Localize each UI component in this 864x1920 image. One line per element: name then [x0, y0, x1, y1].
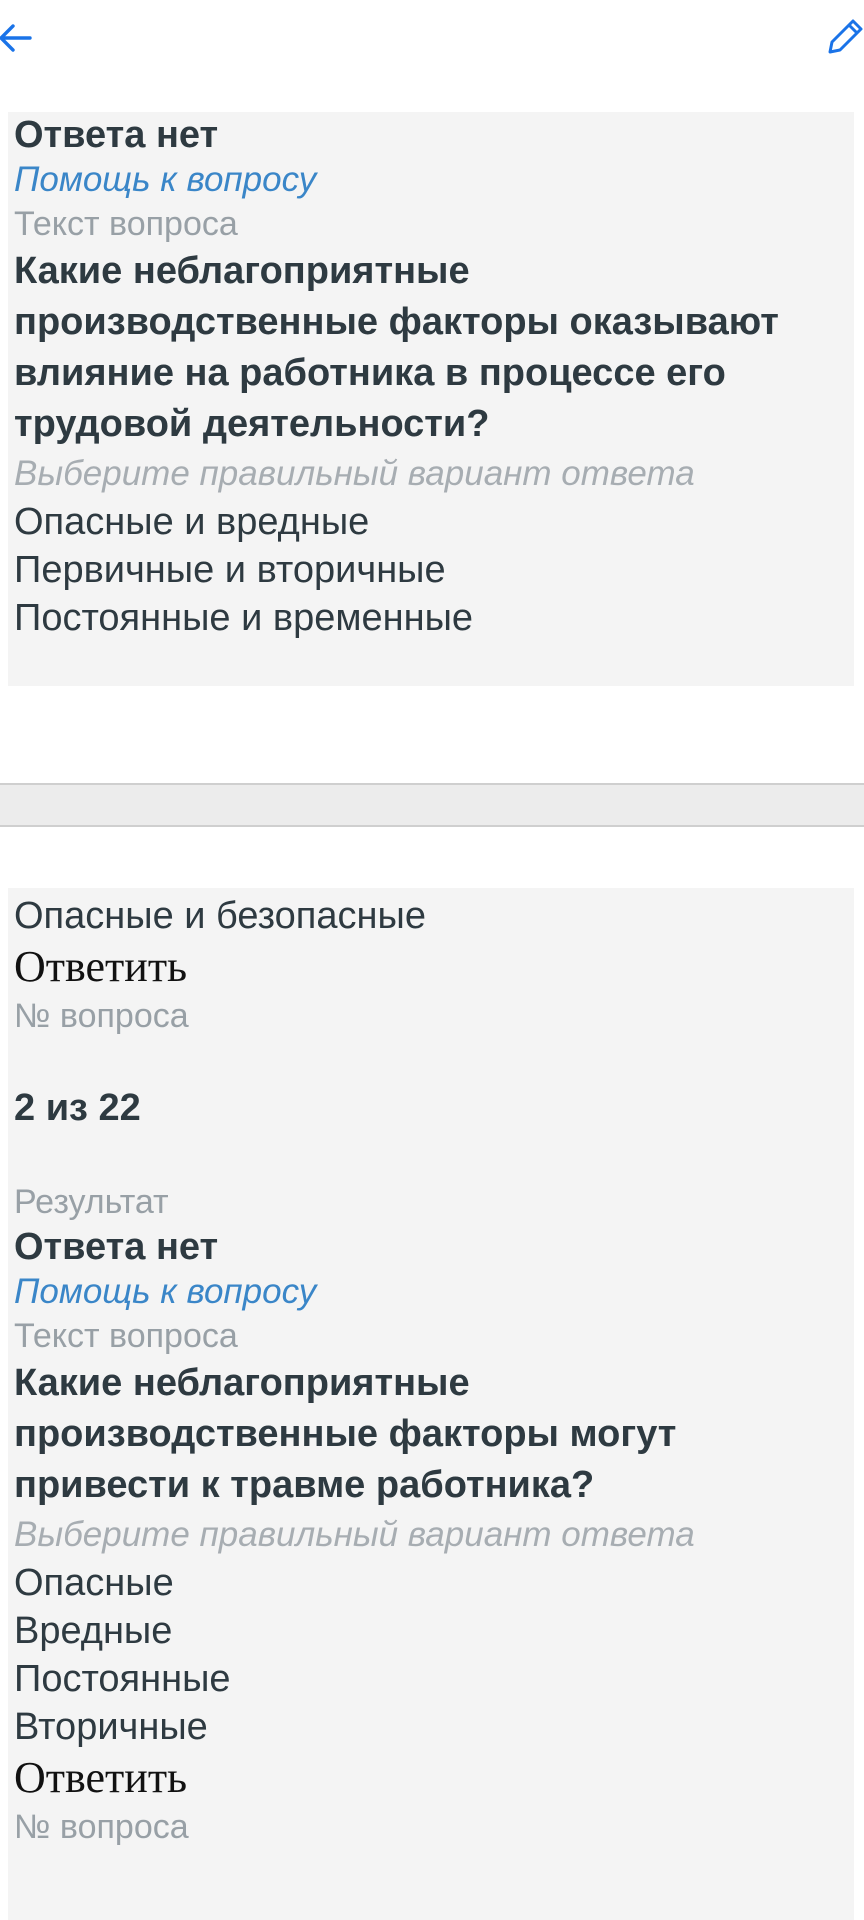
question-text-label: Текст вопроса: [14, 1317, 238, 1355]
answer-option[interactable]: Постоянные и временные: [14, 594, 854, 642]
answer-button[interactable]: Ответить: [14, 940, 854, 994]
answer-status: Ответа нет: [14, 114, 219, 156]
answer-option[interactable]: Опасные: [14, 1559, 854, 1607]
answer-button[interactable]: Ответить: [14, 1751, 854, 1805]
question-text-label: Текст вопроса: [14, 205, 238, 243]
answer-option[interactable]: Вредные: [14, 1607, 854, 1655]
top-toolbar: [0, 0, 864, 80]
result-label: Результат: [14, 1183, 169, 1221]
help-link[interactable]: Помощь к вопросу: [14, 158, 854, 202]
answer-hint: Выберите правильный вариант ответа: [14, 1515, 695, 1554]
question-card-2: Опасные и безопасные Ответить № вопроса …: [8, 888, 854, 1920]
section-divider: [0, 783, 864, 827]
answer-option[interactable]: Вторичные: [14, 1703, 854, 1751]
question-text: Какие неблагоприятные производственные ф…: [14, 1362, 677, 1506]
answer-option[interactable]: Постоянные: [14, 1655, 854, 1703]
answer-option[interactable]: Опасные и безопасные: [14, 892, 854, 940]
answer-hint: Выберите правильный вариант ответа: [14, 454, 695, 493]
answer-status: Ответа нет: [14, 1226, 219, 1268]
help-link[interactable]: Помощь к вопросу: [14, 1270, 854, 1314]
question-card-1: Ответа нет Помощь к вопросу Текст вопрос…: [8, 112, 854, 686]
answer-option[interactable]: Первичные и вторичные: [14, 546, 854, 594]
question-number-value: 2 из 22: [14, 1087, 141, 1129]
quiz-screen: Ответа нет Помощь к вопросу Текст вопрос…: [0, 0, 864, 1920]
question-text: Какие неблагоприятные производственные ф…: [14, 250, 779, 445]
arrow-left-icon[interactable]: [0, 18, 36, 58]
question-number-label: № вопроса: [14, 1808, 189, 1846]
answer-option[interactable]: Опасные и вредные: [14, 498, 854, 546]
pencil-icon[interactable]: [822, 14, 864, 60]
question-number-label: № вопроса: [14, 997, 189, 1035]
